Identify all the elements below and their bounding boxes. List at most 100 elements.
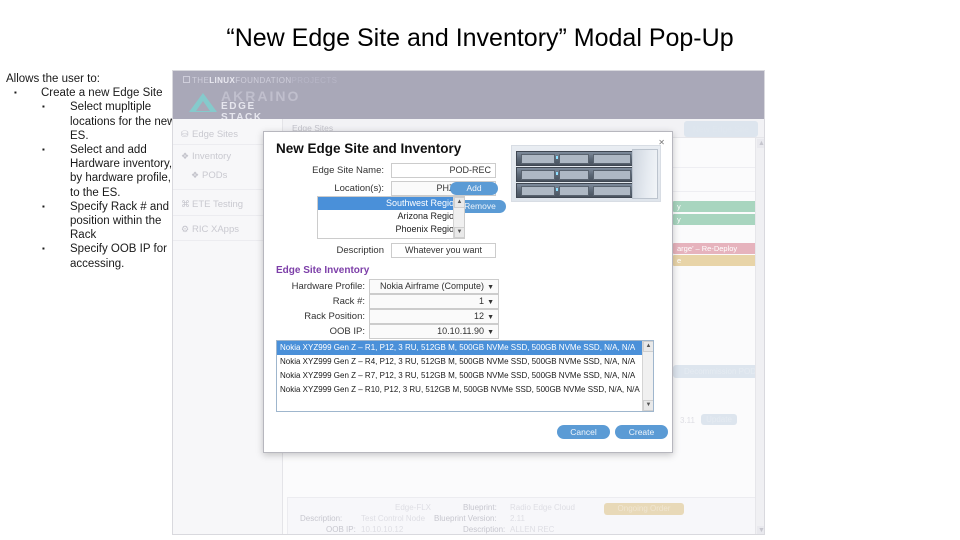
- linux-foundation-logo: THELINUXFOUNDATIONPROJECTS: [183, 76, 337, 85]
- sidebar-item-label: Inventory: [192, 151, 232, 162]
- hardware-profile-select[interactable]: Nokia Airframe (Compute) ▼: [369, 279, 499, 294]
- oob-ip-label: OOB IP:: [329, 326, 365, 337]
- status-badge: arge’ – Re-Deploy: [673, 243, 763, 254]
- sidebar-item-ete-testing[interactable]: ⌘ ETE Testing: [181, 199, 243, 210]
- rack-position-label: Rack Position:: [304, 311, 365, 322]
- edge-sites-icon: ⛁: [181, 129, 189, 139]
- scroll-up-icon[interactable]: ▲: [643, 341, 653, 352]
- scroll-down-icon[interactable]: ▼: [643, 400, 653, 411]
- locations-scrollbar[interactable]: ▲ ▼: [453, 197, 464, 238]
- server-unit: [516, 183, 634, 198]
- update-button[interactable]: Update: [701, 414, 737, 425]
- edge-site-name-input[interactable]: POD-REC: [391, 163, 496, 178]
- decommission-pod-button[interactable]: Decommission POD: [673, 365, 764, 378]
- edge-site-inventory-section-title: Edge Site Inventory: [276, 265, 370, 276]
- description-label: Description: [336, 245, 384, 256]
- detail-bp-description-label: Description:: [463, 525, 506, 534]
- server-unit: [516, 151, 634, 166]
- inventory-scrollbar[interactable]: ▲ ▼: [642, 341, 653, 411]
- server-bay: [521, 186, 555, 196]
- ric-xapps-icon: ⚙: [181, 224, 190, 234]
- bullet-marker: ▪: [42, 145, 45, 155]
- rack-number-value: 1: [479, 296, 485, 306]
- create-button[interactable]: Create: [615, 425, 668, 439]
- edge-site-detail-panel: Edge-FLX Description: Test Control Node …: [287, 497, 757, 534]
- sidebar-item-pods[interactable]: ❖ PODs: [191, 170, 227, 181]
- description-input[interactable]: Whatever you want: [391, 243, 496, 258]
- detail-blueprint-value: Radio Edge Cloud: [510, 503, 575, 512]
- locations-listbox[interactable]: Southwest Region Arizona Region Phoenix …: [317, 196, 465, 239]
- detail-bp-description-value: ALLEN REC: [510, 525, 555, 534]
- list-item[interactable]: Arizona Region: [318, 210, 464, 223]
- lf-suffix: FOUNDATION: [235, 76, 292, 85]
- chevron-down-icon: ▼: [487, 299, 494, 306]
- blueprint-version-value: 3.11: [680, 416, 695, 425]
- ongoing-order-button[interactable]: Ongoing Order: [604, 503, 684, 515]
- inventory-icon: ❖: [181, 151, 190, 161]
- bullet-marker: ▪: [14, 88, 17, 98]
- bullet-text: Select and add Hardware inventory, by ha…: [70, 144, 173, 199]
- oob-ip-select[interactable]: 10.10.11.90 ▼: [369, 324, 499, 339]
- sidebar-item-inventory[interactable]: ❖ Inventory: [181, 151, 231, 162]
- akraino-triangle-inner-icon: [196, 101, 210, 111]
- new-edge-site-button[interactable]: New Edge Site: [683, 121, 758, 137]
- sidebar-item-label: ETE Testing: [192, 199, 244, 210]
- sidebar-item-label: RIC XApps: [192, 224, 239, 235]
- rack-position-value: 12: [474, 311, 485, 321]
- inventory-listbox[interactable]: Nokia XYZ999 Gen Z – R1, P12, 3 RU, 512G…: [276, 340, 654, 412]
- hardware-profile-label: Hardware Profile:: [291, 281, 365, 292]
- sidebar-item-ric-xapps[interactable]: ⚙ RIC XApps: [181, 224, 239, 235]
- detail-blueprint-version-value: 2.11: [510, 514, 525, 523]
- lf-projects: PROJECTS: [291, 76, 338, 85]
- bullet-text: Specify OOB IP for accessing.: [70, 243, 167, 270]
- lf-prefix: THE: [192, 76, 210, 85]
- bullet-level2: ▪ Select and add Hardware inventory, by …: [42, 143, 178, 200]
- chevron-down-icon: ▼: [487, 284, 494, 291]
- app-banner: THELINUXFOUNDATIONPROJECTS AKRAINO EDGE …: [173, 71, 764, 123]
- detail-name-value: Edge-FLX: [395, 503, 432, 512]
- rack-number-select[interactable]: 1 ▼: [369, 294, 499, 309]
- table-row[interactable]: Nokia XYZ999 Gen Z – R7, P12, 3 RU, 512G…: [277, 369, 653, 383]
- server-bay: [593, 170, 631, 180]
- scroll-down-icon[interactable]: ▼: [757, 526, 764, 534]
- bullet-marker: ▪: [42, 102, 45, 112]
- detail-description-value: Test Control Node: [361, 514, 426, 523]
- scroll-up-icon[interactable]: ▲: [757, 139, 764, 148]
- bullet-list: Allows the user to: ▪ Create a new Edge …: [6, 72, 178, 271]
- location-add-button[interactable]: Add: [450, 182, 498, 195]
- detail-blueprint-label: Blueprint:: [463, 503, 497, 512]
- page-title: “New Edge Site and Inventory” Modal Pop-…: [226, 24, 734, 52]
- server-bay: [559, 170, 589, 180]
- rack-number-label: Rack #:: [332, 296, 365, 307]
- scroll-down-icon[interactable]: ▼: [454, 227, 464, 238]
- table-row[interactable]: Nokia XYZ999 Gen Z – R1, P12, 3 RU, 512G…: [277, 341, 653, 355]
- detail-blueprint-version-label: Blueprint Version:: [434, 514, 497, 523]
- list-item[interactable]: Phoenix Region: [318, 223, 464, 236]
- scroll-up-icon[interactable]: ▲: [454, 197, 464, 208]
- detail-oob-ip-value: 10.10.10.12: [361, 525, 404, 534]
- bullet-level2: ▪ Specify OOB IP for accessing.: [42, 242, 178, 270]
- server-bay: [559, 186, 589, 196]
- slide-canvas: “New Edge Site and Inventory” Modal Pop-…: [0, 0, 960, 540]
- bullet-text: Specify Rack # and position within the R…: [70, 200, 170, 242]
- status-badge: y: [673, 214, 763, 225]
- server-unit: [516, 167, 634, 182]
- rack-position-select[interactable]: 12 ▼: [369, 309, 499, 324]
- sidebar-item-label: Edge Sites: [192, 129, 238, 140]
- cancel-button[interactable]: Cancel: [557, 425, 610, 439]
- bullet-level2: ▪ Select mupltiple locations for the new…: [42, 100, 178, 143]
- server-led: [556, 172, 558, 175]
- server-hardware-image: [511, 145, 661, 202]
- server-chassis-side: [632, 149, 658, 199]
- bullet-text: Select mupltiple locations for the new E…: [70, 101, 176, 142]
- lf-mark-icon: [183, 76, 190, 83]
- list-item[interactable]: Southwest Region: [318, 197, 464, 210]
- table-row[interactable]: Nokia XYZ999 Gen Z – R10, P12, 3 RU, 512…: [277, 383, 653, 397]
- content-scrollbar[interactable]: ▲ ▼: [755, 138, 764, 534]
- bullet-marker: ▪: [42, 244, 45, 254]
- bullet-level2: ▪ Specify Rack # and position within the…: [42, 200, 178, 243]
- sidebar-item-edge-sites[interactable]: ⛁ Edge Sites: [181, 129, 238, 140]
- oob-ip-value: 10.10.11.90: [437, 326, 485, 336]
- table-row[interactable]: Nokia XYZ999 Gen Z – R4, P12, 3 RU, 512G…: [277, 355, 653, 369]
- server-bay: [521, 154, 555, 164]
